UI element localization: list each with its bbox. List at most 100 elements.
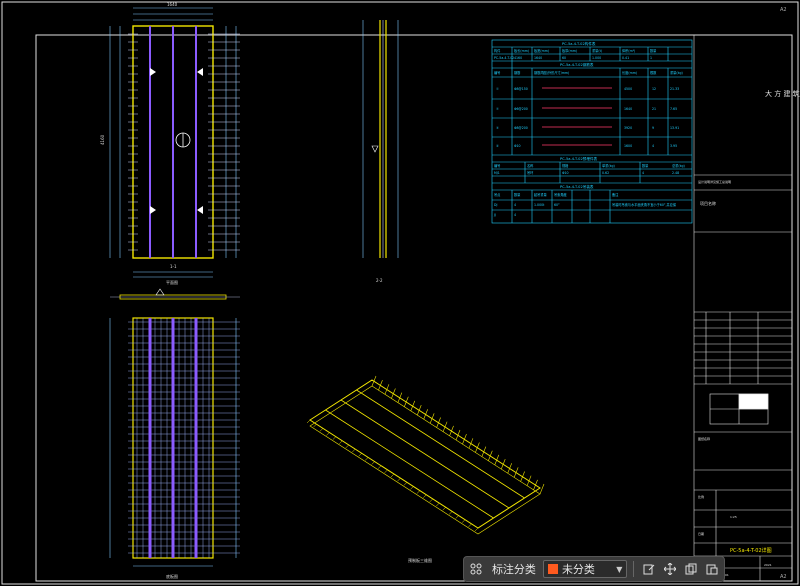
isometric-view[interactable]: 预制板三维图 — [306, 375, 545, 563]
rebar-header-cell: 长度(mm) — [622, 70, 637, 75]
schedule-cell: PC-5a-4-T-02 — [494, 56, 514, 60]
iso-stud — [455, 429, 461, 441]
drawing-label: 图纸名称 — [698, 436, 710, 441]
rebar-mark: ② — [496, 107, 499, 111]
iso-stud — [384, 384, 390, 395]
rebar-length: 3920 — [624, 126, 632, 130]
schedule-header-cell: 数量 — [650, 48, 657, 53]
rebar-header-cell: 编号 — [494, 70, 500, 75]
schedule-embed-title: PC-5a-4-T-02预埋件表 — [560, 156, 598, 161]
lift-header-cell: 数量 — [514, 192, 521, 197]
lift-header-cell: 备注 — [612, 192, 619, 197]
plan-title: 平面图 — [166, 279, 178, 285]
corner-tag-bottom: A2 — [780, 574, 787, 580]
iso-stud — [371, 461, 375, 465]
schedule-main-title: PC-5a-4-T-02构件表 — [562, 41, 596, 46]
iso-stud — [539, 483, 545, 495]
lift-header-cell: 吊索角度 — [554, 192, 568, 197]
iso-stud — [468, 523, 472, 528]
iso-stud — [416, 490, 421, 494]
lift-header-cell: 起吊重量 — [534, 192, 548, 197]
iso-stud — [513, 467, 519, 478]
section-1-1-view[interactable] — [110, 288, 240, 300]
iso-stud — [410, 400, 416, 412]
rebar-header-cell: 钢筋 — [514, 70, 520, 75]
category-select[interactable]: 未分类 ▼ — [542, 560, 628, 578]
annotation-toolbar: 标注分类 未分类 ▼ — [463, 556, 725, 582]
scale-label: 比例 — [698, 494, 704, 499]
paste-icon[interactable] — [703, 559, 720, 579]
bottom-view-title: 底板图 — [166, 573, 178, 579]
cad-drawing-canvas[interactable]: A2 A2 1640 4160 1-1 平面图 2-2 底板图 预制板三维图 P… — [0, 0, 800, 586]
iso-stud — [475, 442, 480, 453]
embed-cell: Φ10 — [562, 171, 569, 175]
rebar-count: 21 — [652, 107, 656, 111]
iso-stud — [326, 432, 330, 436]
section-2-2-view[interactable]: 2-2 — [362, 20, 399, 283]
iso-stud — [339, 440, 343, 444]
drawing-name: PC-5a-4-T-02详图 — [730, 547, 772, 554]
note-line: 设计说明详见施工总说明 — [698, 179, 731, 184]
embed-cell: 吊环 — [527, 171, 533, 175]
iso-stud — [429, 498, 433, 503]
iso-stud — [436, 502, 440, 507]
scale-value: 1:25 — [730, 515, 737, 519]
grid-icon[interactable] — [468, 559, 485, 579]
schedule-table[interactable] — [491, 39, 693, 224]
iso-stud — [384, 469, 388, 474]
iso-stud — [345, 444, 349, 449]
iso-stud — [442, 507, 446, 511]
schedule-header-cell: 重量(t) — [592, 48, 602, 53]
plan-view[interactable]: 1640 4160 1-1 平面图 — [100, 2, 240, 285]
plan-dim-top: 1640 — [167, 2, 178, 7]
section-label-2: 2-2 — [376, 278, 383, 283]
rebar-spec: Φ8@200 — [514, 126, 528, 130]
iso-stud — [500, 458, 506, 470]
lift-point-icon — [150, 68, 156, 76]
iso-stud — [448, 511, 453, 515]
date-label: 日期 — [698, 531, 704, 536]
iso-stud — [416, 404, 422, 416]
schedule-header-cell: 构件 — [494, 48, 501, 53]
iso-stud — [468, 438, 474, 449]
lift-cell: 4 — [514, 203, 516, 207]
iso-stud — [533, 479, 538, 490]
date-value: 2021 — [764, 563, 772, 567]
schedule-header-cell: 板厚(mm) — [562, 48, 577, 53]
iso-stud — [397, 392, 403, 403]
rebar-weight: 21.33 — [670, 87, 679, 91]
embed-header-cell: 规格 — [562, 163, 569, 168]
iso-stud — [526, 475, 532, 486]
chevron-down-icon: ▼ — [616, 564, 623, 574]
embed-cell: 4 — [642, 171, 644, 175]
lift-cell: 4 — [514, 213, 516, 217]
edit-icon[interactable] — [640, 559, 657, 579]
annotation-category-label: 标注分类 — [491, 563, 536, 576]
iso-stud — [429, 413, 435, 424]
iso-rebar — [356, 389, 525, 499]
lift-header-cell: 吊点 — [494, 192, 501, 197]
lift-cell: DJ — [494, 203, 497, 207]
iso-stud — [352, 448, 356, 453]
rebar-length: 1600 — [624, 144, 632, 148]
rebar-spec: Φ10 — [514, 144, 521, 148]
lift-cell: 吊装时吊索与水平面夹角不宜小于60°,并应保 — [612, 202, 677, 207]
schedule-lift-title: PC-5a-4-T-02吊装表 — [560, 184, 594, 189]
iso-stud — [391, 388, 396, 399]
rebar-spec: Φ6@200 — [514, 107, 528, 111]
title-block[interactable] — [693, 35, 792, 581]
embed-cell: MJ1 — [494, 171, 500, 175]
rebar-weight: 7.65 — [670, 107, 677, 111]
embed-header-cell: 单重(kg) — [602, 163, 615, 168]
bottom-rebar-view[interactable]: 底板图 — [109, 317, 240, 579]
move-icon[interactable] — [661, 559, 678, 579]
iso-stud — [455, 515, 459, 519]
copy-icon[interactable] — [682, 559, 699, 579]
iso-rebar — [325, 409, 494, 519]
schedule-cell: 1 — [650, 56, 652, 60]
iso-stud — [378, 380, 383, 391]
section-label-1: 1-1 — [170, 264, 177, 269]
rebar-mark: ④ — [496, 144, 499, 148]
schedule-cell: 60 — [562, 56, 566, 60]
iso-stud — [377, 465, 382, 469]
